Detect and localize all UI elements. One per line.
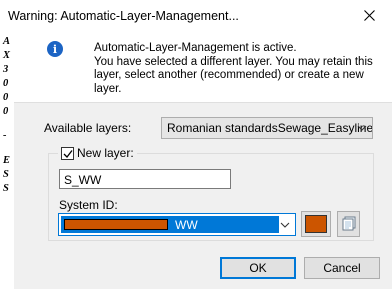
- new-layer-checkbox[interactable]: New layer:: [58, 146, 137, 160]
- system-id-label: System ID:: [59, 198, 118, 212]
- warning-dialog: Warning: Automatic-Layer-Management... A…: [0, 0, 392, 289]
- new-layer-name-value: S_WW: [64, 173, 102, 187]
- ok-button[interactable]: OK: [220, 257, 296, 279]
- checkmark-icon: [63, 149, 73, 158]
- cancel-button[interactable]: Cancel: [304, 257, 380, 279]
- available-layers-value: Romanian standardsSewage_Easyline: [167, 121, 373, 135]
- strip-letter: S: [3, 183, 9, 194]
- system-id-value: WW: [175, 218, 198, 232]
- close-icon: [363, 10, 375, 21]
- strip-letter: 0: [3, 106, 9, 117]
- close-button[interactable]: [346, 0, 392, 31]
- strip-letter: 0: [3, 92, 9, 103]
- strip-letter: E: [3, 155, 11, 166]
- layer-properties-button[interactable]: [337, 211, 360, 237]
- info-panel: i Automatic-Layer-Management is active. …: [14, 31, 392, 103]
- info-message-line: layer.: [94, 82, 122, 95]
- strip-letter: X: [3, 50, 11, 61]
- system-id-selection: WW: [61, 216, 279, 233]
- strip-letter: A: [3, 36, 11, 47]
- strip-letter: 3: [3, 64, 9, 75]
- checkbox-box[interactable]: [61, 146, 74, 160]
- new-layer-label: New layer:: [77, 146, 134, 160]
- info-icon: i: [47, 41, 63, 57]
- chevron-down-icon: [280, 222, 290, 228]
- window-title: Warning: Automatic-Layer-Management...: [8, 9, 239, 23]
- info-message-line: layer, select another (recommended) or c…: [94, 69, 364, 81]
- strip-letter: 0: [3, 78, 9, 89]
- layer-stack-icon: [342, 216, 356, 231]
- system-id-color-swatch: [64, 219, 168, 230]
- background-strip: A X 3 0 0 0 - E S S: [0, 31, 14, 289]
- color-swatch: [305, 215, 327, 233]
- title-bar: Warning: Automatic-Layer-Management...: [0, 0, 392, 31]
- info-message-line: You have selected a different layer. You…: [94, 55, 373, 68]
- new-layer-name-input[interactable]: S_WW: [59, 169, 231, 189]
- strip-letter: S: [3, 169, 9, 180]
- chevron-down-icon: [357, 125, 367, 131]
- info-message-line: Automatic-Layer-Management is active.: [94, 42, 297, 54]
- system-id-dropdown[interactable]: WW: [58, 213, 296, 236]
- available-layers-dropdown[interactable]: Romanian standardsSewage_Easyline: [161, 117, 373, 139]
- strip-letter: -: [3, 130, 7, 141]
- color-picker-button[interactable]: [301, 211, 331, 237]
- info-message: Automatic-Layer-Management is active. Yo…: [94, 42, 374, 96]
- available-layers-label: Available layers:: [44, 121, 132, 135]
